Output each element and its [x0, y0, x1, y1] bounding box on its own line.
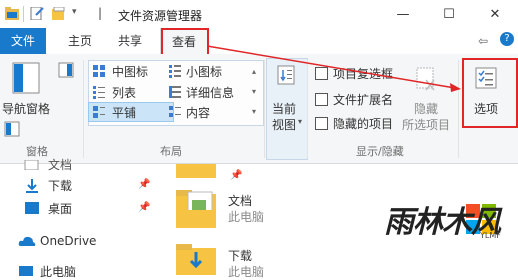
onedrive-icon: [18, 236, 36, 246]
nav-item-onedrive[interactable]: OneDrive: [40, 234, 96, 248]
this-pc-icon: [19, 266, 33, 276]
pin-icon: 📌: [230, 170, 243, 181]
nav-item-documents[interactable]: 文档: [48, 156, 72, 173]
pin-icon[interactable]: 📌: [138, 202, 150, 213]
desktop-icon: [25, 202, 39, 214]
documents-folder-icon: [176, 190, 216, 228]
download-icon: [26, 179, 38, 193]
pin-icon[interactable]: 📌: [138, 179, 150, 190]
content-item-location: 此电脑: [228, 210, 265, 224]
watermark-sub: YLMF: [480, 231, 501, 240]
documents-folder-icon: [24, 160, 39, 170]
folder-icon: [176, 164, 216, 178]
content-item-name[interactable]: 下载: [228, 247, 252, 264]
nav-item-downloads[interactable]: 下载: [48, 177, 72, 194]
content-item-location: 此电脑: [228, 265, 265, 279]
watermark: 雨林木风 YLMF: [384, 197, 501, 241]
content-item-name[interactable]: 文档: [228, 192, 252, 209]
downloads-folder-icon: [176, 244, 216, 275]
nav-item-this-pc[interactable]: 此电脑: [40, 263, 76, 280]
nav-item-desktop[interactable]: 桌面: [48, 200, 72, 217]
